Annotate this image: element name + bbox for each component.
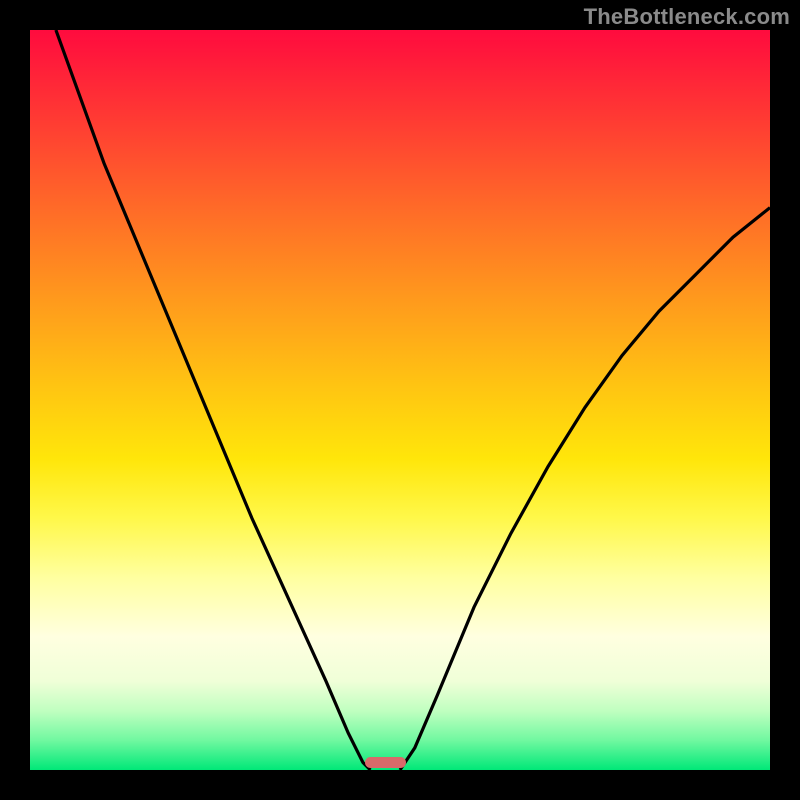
chart-frame: TheBottleneck.com <box>0 0 800 800</box>
right-curve <box>400 208 770 770</box>
curve-layer <box>30 30 770 770</box>
left-curve <box>56 30 371 770</box>
bottleneck-marker <box>365 757 406 768</box>
plot-area <box>30 30 770 770</box>
watermark-text: TheBottleneck.com <box>584 4 790 30</box>
